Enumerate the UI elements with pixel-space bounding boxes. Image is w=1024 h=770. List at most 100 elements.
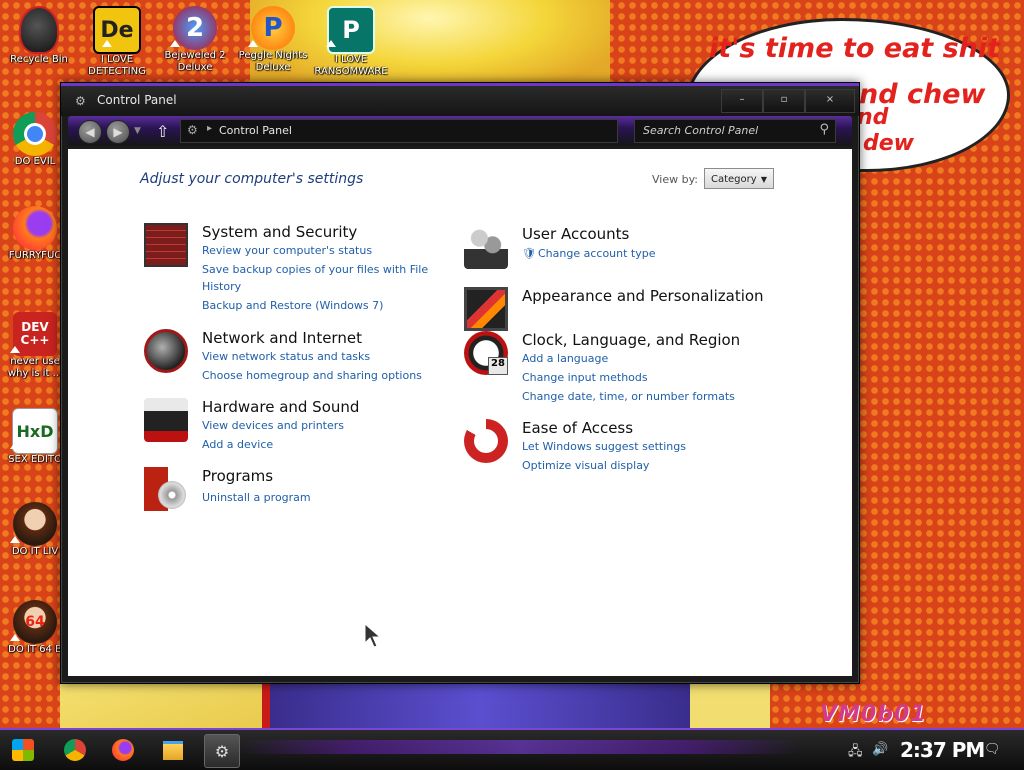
mouse-cursor-icon	[364, 623, 382, 648]
desktop-icon-label: Deluxe	[255, 62, 291, 73]
maximize-button[interactable]: ▫	[763, 89, 805, 113]
desktop-icon-detecting[interactable]: De I LOVE DETECTING	[78, 6, 156, 78]
start-button[interactable]	[6, 734, 40, 766]
link-date-time-formats[interactable]: Change date, time, or number formats	[522, 390, 735, 403]
control-panel-small-icon: ⚙	[187, 123, 198, 137]
desktop-icon-label: RANSOMWARE	[314, 66, 388, 77]
up-arrow-icon[interactable]: ⇧	[156, 122, 169, 141]
forward-arrow-icon[interactable]: ▶	[106, 120, 130, 144]
taskbar-chrome[interactable]	[58, 734, 92, 766]
firewall-icon	[144, 223, 188, 267]
start-logo-icon	[12, 739, 34, 761]
shortcut-arrow-icon	[10, 346, 20, 353]
uac-shield-icon: 🛡	[522, 247, 536, 260]
minimize-button[interactable]: –	[721, 89, 763, 113]
search-placeholder: Search Control Panel	[643, 124, 759, 137]
desktop-icon-ransomware[interactable]: P I LOVE RANSOMWARE	[312, 6, 390, 78]
search-icon[interactable]: ⚲	[819, 122, 829, 137]
taskbar-firefox[interactable]	[106, 734, 140, 766]
view-by-dropdown[interactable]: Category ▼	[704, 168, 774, 189]
category-title[interactable]: Clock, Language, and Region	[522, 331, 740, 349]
taskbar-file-explorer[interactable]	[156, 734, 190, 766]
category-title[interactable]: Appearance and Personalization	[522, 287, 764, 305]
desktop-icon-label: Peggle Nights	[238, 50, 308, 61]
address-bar[interactable]: ⚙ ▸ Control Panel	[180, 119, 618, 143]
desktop-icon-recycle-bin[interactable]: Recycle Bin	[0, 6, 78, 66]
window-title: Control Panel	[97, 93, 177, 107]
appearance-monitor-icon	[464, 287, 508, 331]
link-add-language[interactable]: Add a language	[522, 352, 608, 365]
desktop-icon-label: Bejeweled 2	[164, 50, 226, 61]
globe-network-icon	[144, 329, 188, 373]
link-homegroup[interactable]: Choose homegroup and sharing options	[202, 369, 422, 382]
link-optimize-visual[interactable]: Optimize visual display	[522, 459, 649, 472]
chrome-icon	[13, 112, 57, 156]
desktop-icon-peggle[interactable]: P Peggle Nights Deluxe	[234, 6, 312, 74]
view-by-value: Category	[711, 174, 757, 185]
folder-icon	[163, 740, 183, 760]
link-add-device[interactable]: Add a device	[202, 438, 273, 451]
view-by-label: View by:	[652, 173, 698, 186]
desktop-icon-bejeweled[interactable]: 2 Bejeweled 2 Deluxe	[156, 6, 234, 74]
back-arrow-icon[interactable]: ◀	[78, 120, 102, 144]
link-review-status[interactable]: Review your computer's status	[202, 244, 372, 257]
ease-of-access-icon	[464, 419, 508, 463]
control-panel-window: ⚙ Control Panel – ▫ × ◀ ▶ ▼ ⇧ ⚙ ▸ Contro…	[60, 82, 860, 684]
control-panel-content: Adjust your computer's settings View by:…	[68, 149, 852, 676]
shortcut-arrow-icon	[10, 634, 20, 641]
breadcrumb-chevron-icon[interactable]: ▸	[207, 123, 212, 134]
calendar-day: 28	[488, 357, 508, 375]
category-title[interactable]: Network and Internet	[202, 329, 362, 347]
firefox-icon	[13, 206, 57, 250]
taskbar-clock[interactable]: 2:37 PM	[900, 738, 985, 762]
taskbar-control-panel[interactable]: ⚙	[204, 734, 240, 768]
desktop-icon-label: I LOVE	[100, 54, 134, 65]
shortcut-arrow-icon	[248, 40, 258, 47]
recent-locations-dropdown-icon[interactable]: ▼	[134, 126, 141, 136]
link-file-history[interactable]: Save backup copies of your files with Fi…	[202, 263, 428, 276]
shortcut-arrow-icon	[10, 442, 20, 449]
category-title[interactable]: System and Security	[202, 223, 357, 241]
bubble-line-1: it's time to eat shit	[709, 33, 1001, 64]
title-bar[interactable]: ⚙ Control Panel – ▫ ×	[61, 83, 859, 116]
category-title[interactable]: User Accounts	[522, 225, 629, 243]
breadcrumb-control-panel[interactable]: Control Panel	[219, 124, 292, 137]
shortcut-arrow-icon	[170, 40, 180, 47]
category-title[interactable]: Ease of Access	[522, 419, 633, 437]
volume-icon[interactable]: 🔊	[872, 742, 888, 757]
bubble-line-4: dew	[863, 131, 914, 156]
link-windows-suggest[interactable]: Let Windows suggest settings	[522, 440, 686, 453]
notification-icon[interactable]: 🗨	[984, 742, 1001, 757]
link-file-history-cont[interactable]: History	[202, 280, 241, 293]
programs-disc-icon	[144, 467, 188, 511]
link-uninstall-program[interactable]: Uninstall a program	[202, 491, 311, 504]
desktop-icon-label: Recycle Bin	[10, 54, 68, 65]
navigation-bar: ◀ ▶ ▼ ⇧ ⚙ ▸ Control Panel Search Control…	[68, 116, 852, 146]
control-panel-icon: ⚙	[214, 741, 230, 761]
firefox-icon	[112, 739, 134, 761]
link-backup-restore[interactable]: Backup and Restore (Windows 7)	[202, 299, 383, 312]
category-title[interactable]: Programs	[202, 467, 273, 485]
page-title: Adjust your computer's settings	[140, 171, 364, 187]
network-icon[interactable]: 🖧	[848, 742, 863, 764]
link-change-account-type[interactable]: Change account type	[538, 247, 656, 260]
search-input[interactable]: Search Control Panel ⚲	[634, 119, 836, 143]
control-panel-icon: ⚙	[75, 94, 86, 108]
link-devices-printers[interactable]: View devices and printers	[202, 419, 344, 432]
taskbar-glow	[240, 740, 800, 754]
bubble-line-3: nd	[857, 105, 889, 130]
link-input-methods[interactable]: Change input methods	[522, 371, 648, 384]
shortcut-arrow-icon	[326, 40, 336, 47]
link-network-status[interactable]: View network status and tasks	[202, 350, 370, 363]
wallpaper-watermark: VM0b01	[820, 702, 927, 727]
desktop-icon-label: Deluxe	[177, 62, 213, 73]
taskbar: ⚙ 🖧 🔊 2:37 PM 🗨	[0, 728, 1024, 770]
detective-app-icon: De	[93, 6, 141, 54]
user-accounts-icon	[464, 225, 508, 269]
category-title[interactable]: Hardware and Sound	[202, 398, 359, 416]
chrome-icon	[64, 739, 86, 761]
wallpaper-cartoon-center	[262, 678, 698, 730]
shortcut-arrow-icon	[102, 40, 112, 47]
desktop-icon-label: I LOVE	[334, 54, 368, 65]
close-button[interactable]: ×	[805, 89, 855, 113]
